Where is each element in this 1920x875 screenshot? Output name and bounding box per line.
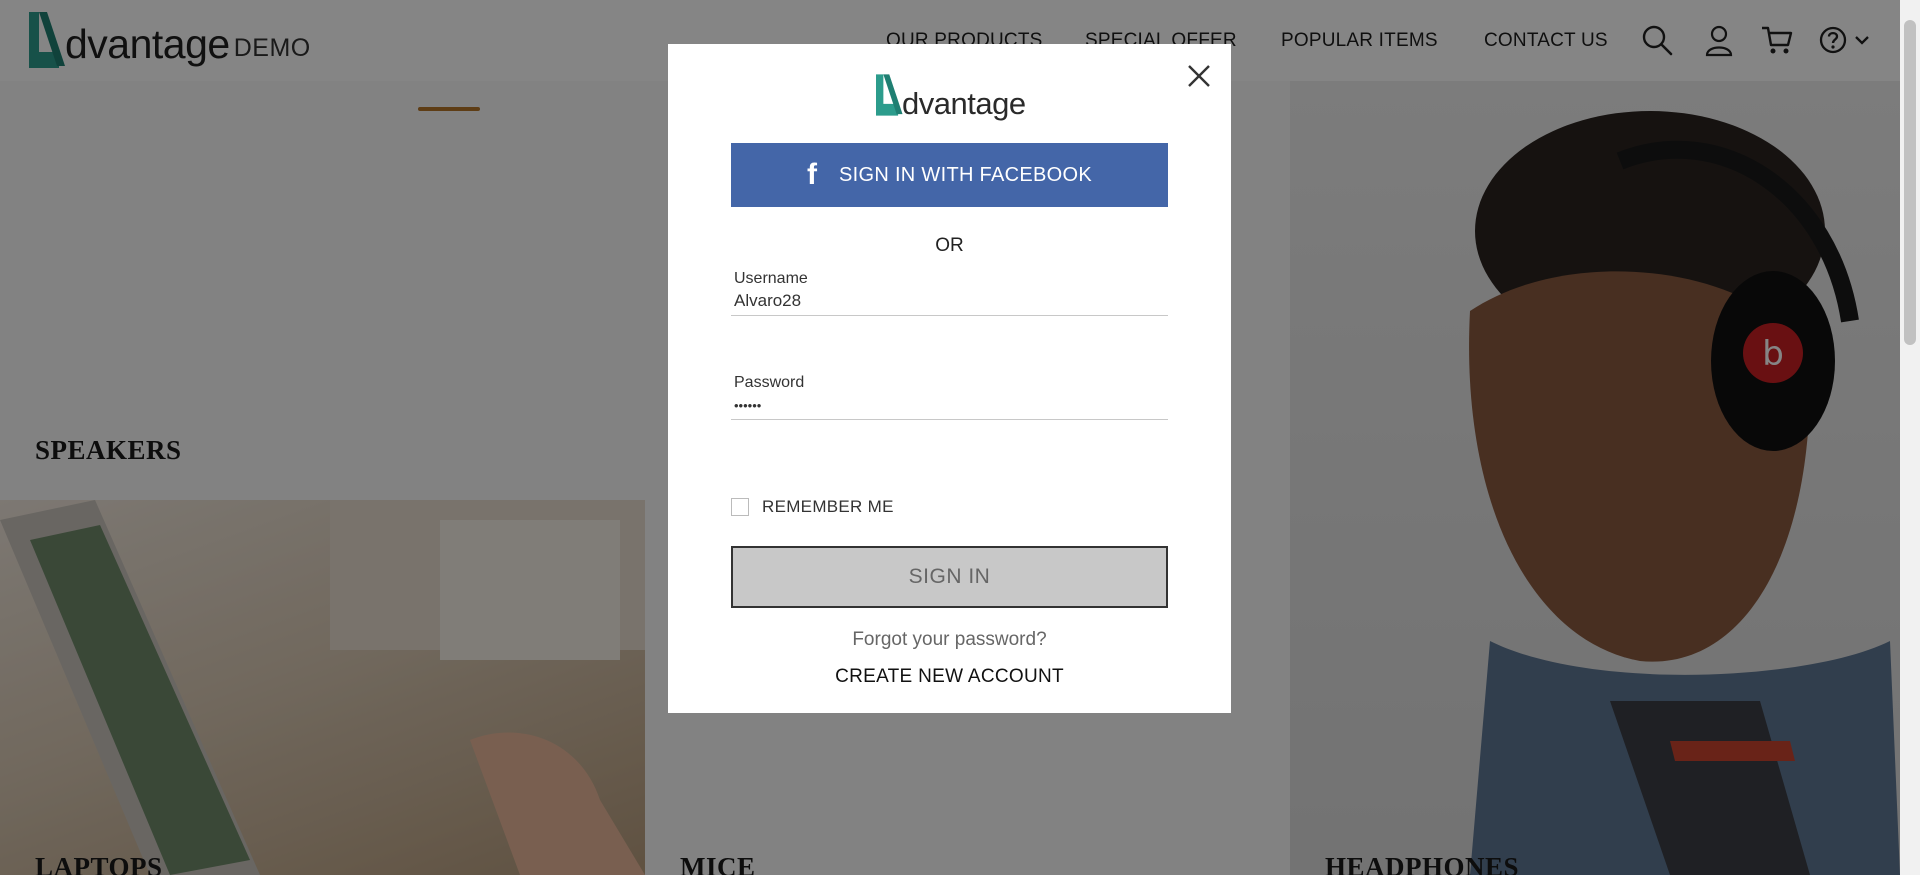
modal-logo-text: dvantage (902, 86, 1026, 121)
password-label: Password (734, 374, 805, 391)
page-scrollbar[interactable] (1900, 0, 1920, 875)
remember-me-label[interactable]: REMEMBER ME (762, 497, 894, 517)
username-field: Username (731, 270, 1168, 316)
forgot-password-link[interactable]: Forgot your password? (668, 629, 1231, 651)
password-field: Password (731, 374, 1168, 420)
sign-in-button[interactable]: SIGN IN (731, 546, 1168, 608)
logo-mark-icon (876, 74, 904, 121)
remember-me-checkbox[interactable]: REMEMBER ME (731, 497, 894, 517)
modal-logo: dvantage (876, 74, 1026, 121)
close-icon[interactable] (1184, 61, 1214, 91)
username-label: Username (734, 270, 808, 287)
facebook-signin-label: SIGN IN WITH FACEBOOK (839, 163, 1092, 186)
or-divider-text: OR (935, 235, 964, 256)
checkbox-box[interactable] (731, 498, 749, 516)
username-input[interactable] (731, 288, 1168, 315)
login-modal: dvantage f SIGN IN WITH FACEBOOK OR User… (668, 44, 1231, 713)
facebook-icon: f (807, 158, 817, 191)
create-account-link[interactable]: CREATE NEW ACCOUNT (668, 666, 1231, 688)
password-input[interactable] (731, 392, 1168, 419)
scrollbar-thumb[interactable] (1904, 20, 1916, 345)
facebook-signin-button[interactable]: f SIGN IN WITH FACEBOOK (731, 143, 1168, 207)
